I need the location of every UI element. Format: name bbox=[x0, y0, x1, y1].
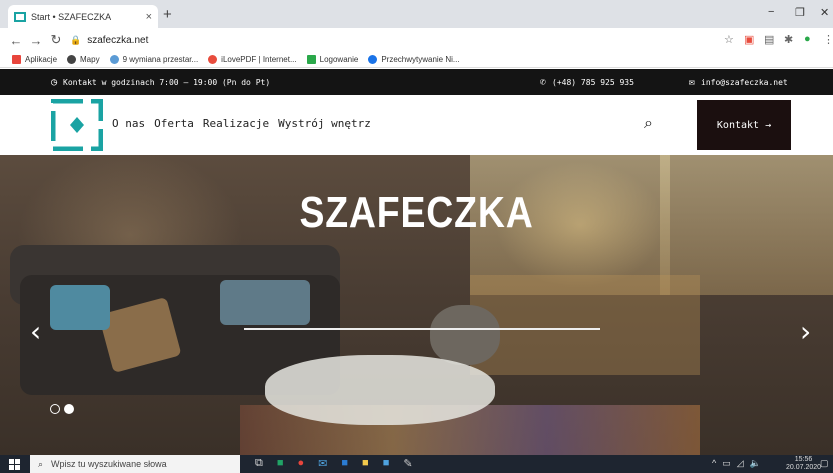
next-slide-arrow-icon[interactable]: › bbox=[800, 315, 811, 348]
network-icon[interactable]: ◿ bbox=[737, 458, 744, 469]
envelope-icon: ✉ bbox=[689, 77, 696, 88]
hero-title: SZAFECZKA bbox=[299, 188, 534, 237]
system-tray: ^ ▭ ◿ 🔈 bbox=[712, 458, 761, 469]
hours-text: Kontakt w godzinach 7:00 – 19:00 (Pn do … bbox=[63, 78, 271, 87]
menu-dots-icon[interactable]: ⋮ bbox=[823, 33, 833, 46]
globe-icon bbox=[109, 55, 119, 64]
notifications-icon[interactable]: ▢ bbox=[820, 458, 829, 469]
maps-icon bbox=[67, 55, 77, 64]
nav-item-oferta[interactable]: Oferta bbox=[154, 117, 194, 130]
bookmark-capture[interactable]: Przechwytywanie Ni... bbox=[368, 55, 460, 64]
phone-icon: ✆ bbox=[540, 77, 547, 88]
task-view-icon[interactable]: ⧉ bbox=[255, 457, 263, 470]
hero-ottoman-decor bbox=[430, 305, 500, 365]
clock-date: 20.07.2020 bbox=[786, 464, 822, 471]
clock-icon: ◷ bbox=[51, 77, 58, 88]
extension-icon[interactable]: ▤ bbox=[764, 33, 774, 46]
slider-dot-1[interactable] bbox=[50, 404, 60, 414]
site-header: O nas Oferta Realizacje Wystrój wnętrz ⌕… bbox=[0, 95, 833, 155]
taskbar-search-placeholder: Wpisz tu wyszukiwane słowa bbox=[51, 459, 167, 469]
site-favicon-icon bbox=[14, 11, 26, 22]
nav-item-wystroj-wnetrz[interactable]: Wystrój wnętrz bbox=[278, 117, 371, 130]
prev-slide-arrow-icon[interactable]: ‹ bbox=[30, 315, 41, 348]
search-icon[interactable]: ⌕ bbox=[644, 115, 653, 133]
phone-link[interactable]: ✆ (+48) 785 925 935 bbox=[540, 77, 634, 88]
bookmark-label: 9 wymiana przestar... bbox=[122, 55, 199, 64]
bookmark-label: Logowanie bbox=[319, 55, 359, 64]
heart-icon bbox=[208, 55, 218, 64]
site-contact-bar: ◷ Kontakt w godzinach 7:00 – 19:00 (Pn d… bbox=[0, 69, 833, 95]
url-text: szafeczka.net bbox=[87, 34, 149, 46]
slider-dot-2[interactable] bbox=[64, 404, 74, 414]
volume-icon[interactable]: 🔈 bbox=[750, 458, 761, 469]
extension-pdf-icon[interactable]: ▣ bbox=[744, 33, 754, 46]
tab-title: Start • SZAFECZKA bbox=[31, 11, 112, 22]
mail-icon[interactable]: ✉ bbox=[318, 457, 327, 470]
contact-button[interactable]: Kontakt → bbox=[697, 100, 791, 150]
store-icon[interactable]: ■ bbox=[383, 457, 390, 470]
extensions-puzzle-icon[interactable]: ✱ bbox=[784, 33, 793, 46]
apps-grid-icon bbox=[12, 55, 21, 64]
browser-window: Start • SZAFECZKA × + − ❐ ✕ ← → ↻ 🔒 szaf… bbox=[0, 0, 833, 473]
bookmark-exchange[interactable]: 9 wymiana przestar... bbox=[109, 55, 199, 64]
main-nav: O nas Oferta Realizacje Wystrój wnętrz bbox=[112, 117, 371, 130]
bookmarks-bar: Aplikacje Mapy 9 wymiana przestar... iLo… bbox=[0, 52, 833, 68]
tray-chevron-up-icon[interactable]: ^ bbox=[712, 458, 716, 469]
profile-icon[interactable]: ● bbox=[804, 33, 811, 45]
hero-cushion-decor bbox=[50, 285, 110, 330]
bookmark-login[interactable]: Logowanie bbox=[306, 55, 359, 64]
explorer-icon[interactable]: ■ bbox=[362, 457, 369, 470]
battery-icon[interactable]: ▭ bbox=[722, 458, 731, 469]
phone-text: (+48) 785 925 935 bbox=[552, 78, 634, 87]
bookmark-ilovepdf[interactable]: iLovePDF | Internet... bbox=[208, 55, 297, 64]
paint-icon[interactable]: ✎ bbox=[403, 457, 412, 470]
hero-shelf-decor bbox=[470, 275, 700, 375]
taskbar-apps: ⧉ ■ ● ✉ ■ ■ ■ ✎ bbox=[255, 457, 413, 470]
lock-icon: 🔒 bbox=[70, 34, 82, 45]
search-icon: ⌕ bbox=[38, 458, 44, 469]
bookmark-label: iLovePDF | Internet... bbox=[221, 55, 297, 64]
address-bar: ← → ↻ 🔒 szafeczka.net ☆ ▣ ▤ ✱ ● ⋮ bbox=[0, 28, 833, 52]
clock-time: 15:56 bbox=[794, 456, 813, 463]
bookmark-star-icon[interactable]: ☆ bbox=[724, 33, 734, 46]
hero-slider: SZAFECZKA ‹ › bbox=[0, 155, 833, 455]
hero-cushion-decor bbox=[220, 280, 310, 325]
taskbar-search-field[interactable]: ⌕ Wpisz tu wyszukiwane słowa bbox=[30, 455, 240, 473]
chrome-icon[interactable]: ● bbox=[298, 457, 305, 470]
windows-taskbar: ⌕ Wpisz tu wyszukiwane słowa ⧉ ■ ● ✉ ■ ■… bbox=[0, 455, 833, 473]
nav-item-o-nas[interactable]: O nas bbox=[112, 117, 145, 130]
nav-item-realizacje[interactable]: Realizacje bbox=[203, 117, 269, 130]
maximize-button[interactable]: ❐ bbox=[795, 6, 805, 19]
tab-close-button[interactable]: × bbox=[146, 11, 152, 23]
word-icon[interactable]: ■ bbox=[341, 457, 348, 470]
login-icon bbox=[306, 55, 316, 64]
hero-table-decor bbox=[265, 355, 495, 425]
url-field[interactable]: 🔒 szafeczka.net bbox=[70, 31, 710, 49]
forward-arrow-icon[interactable]: → bbox=[26, 33, 46, 48]
tab-szafeczka[interactable]: Start • SZAFECZKA × bbox=[8, 5, 158, 28]
opening-hours: ◷ Kontakt w godzinach 7:00 – 19:00 (Pn d… bbox=[51, 77, 270, 88]
reload-icon[interactable]: ↻ bbox=[46, 32, 66, 48]
new-tab-button[interactable]: + bbox=[163, 6, 172, 23]
excel-icon[interactable]: ■ bbox=[277, 457, 284, 470]
szafeczka-logo[interactable] bbox=[51, 99, 103, 151]
email-link[interactable]: ✉ info@szafeczka.net bbox=[689, 77, 788, 88]
windows-start-icon[interactable] bbox=[9, 459, 20, 470]
bookmark-apps[interactable]: Aplikacje bbox=[12, 55, 57, 64]
bookmark-maps[interactable]: Mapy bbox=[67, 55, 100, 64]
tab-strip: Start • SZAFECZKA × + − ❐ ✕ bbox=[0, 0, 833, 28]
close-window-button[interactable]: ✕ bbox=[820, 6, 829, 19]
capture-icon bbox=[368, 55, 378, 64]
bookmark-label: Przechwytywanie Ni... bbox=[381, 55, 460, 64]
hero-divider bbox=[244, 328, 600, 330]
back-arrow-icon[interactable]: ← bbox=[6, 33, 26, 48]
slider-dots bbox=[50, 404, 74, 414]
bookmark-label: Mapy bbox=[80, 55, 100, 64]
minimize-button[interactable]: − bbox=[768, 6, 774, 18]
email-text: info@szafeczka.net bbox=[701, 78, 788, 87]
bookmark-label: Aplikacje bbox=[25, 55, 58, 64]
taskbar-clock[interactable]: 15:56 20.07.2020 bbox=[786, 456, 821, 472]
